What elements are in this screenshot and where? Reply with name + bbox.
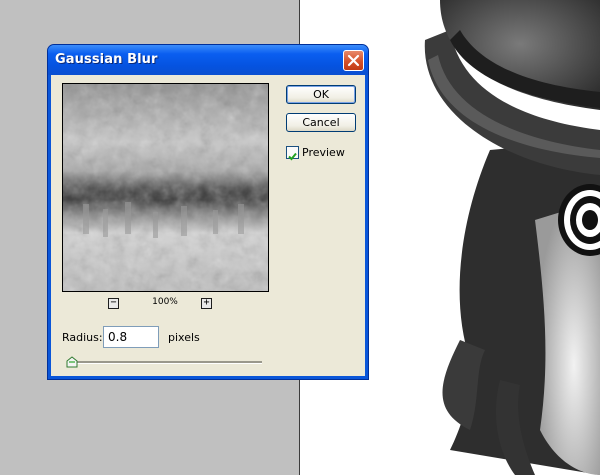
gaussian-blur-dialog: Gaussian Blur − 100% + OK Cancel Preview… — [47, 44, 369, 380]
radius-units-label: pixels — [168, 331, 200, 344]
preview-label: Preview — [302, 146, 345, 159]
radius-input[interactable] — [103, 326, 159, 348]
radius-slider-track[interactable] — [69, 361, 262, 364]
plus-icon: + — [203, 297, 210, 308]
preview-pane[interactable] — [62, 83, 269, 292]
checkmark-icon — [288, 152, 297, 161]
radius-label: Radius: — [62, 331, 103, 344]
dialog-titlebar[interactable]: Gaussian Blur — [48, 45, 368, 75]
preview-checkbox[interactable] — [286, 146, 299, 161]
zoom-out-button[interactable]: − — [108, 297, 119, 309]
close-icon — [347, 54, 360, 67]
dialog-client-area: − 100% + OK Cancel Preview Radius: pixel… — [51, 75, 365, 376]
slider-thumb-icon[interactable] — [66, 356, 78, 368]
preview-image — [63, 84, 268, 291]
dialog-title: Gaussian Blur — [55, 52, 158, 67]
close-button[interactable] — [343, 50, 364, 71]
zoom-level-label: 100% — [152, 297, 178, 307]
ok-button[interactable]: OK — [286, 85, 356, 104]
zoom-in-button[interactable]: + — [201, 297, 212, 309]
minus-icon: − — [110, 297, 117, 308]
cancel-button[interactable]: Cancel — [286, 113, 356, 132]
